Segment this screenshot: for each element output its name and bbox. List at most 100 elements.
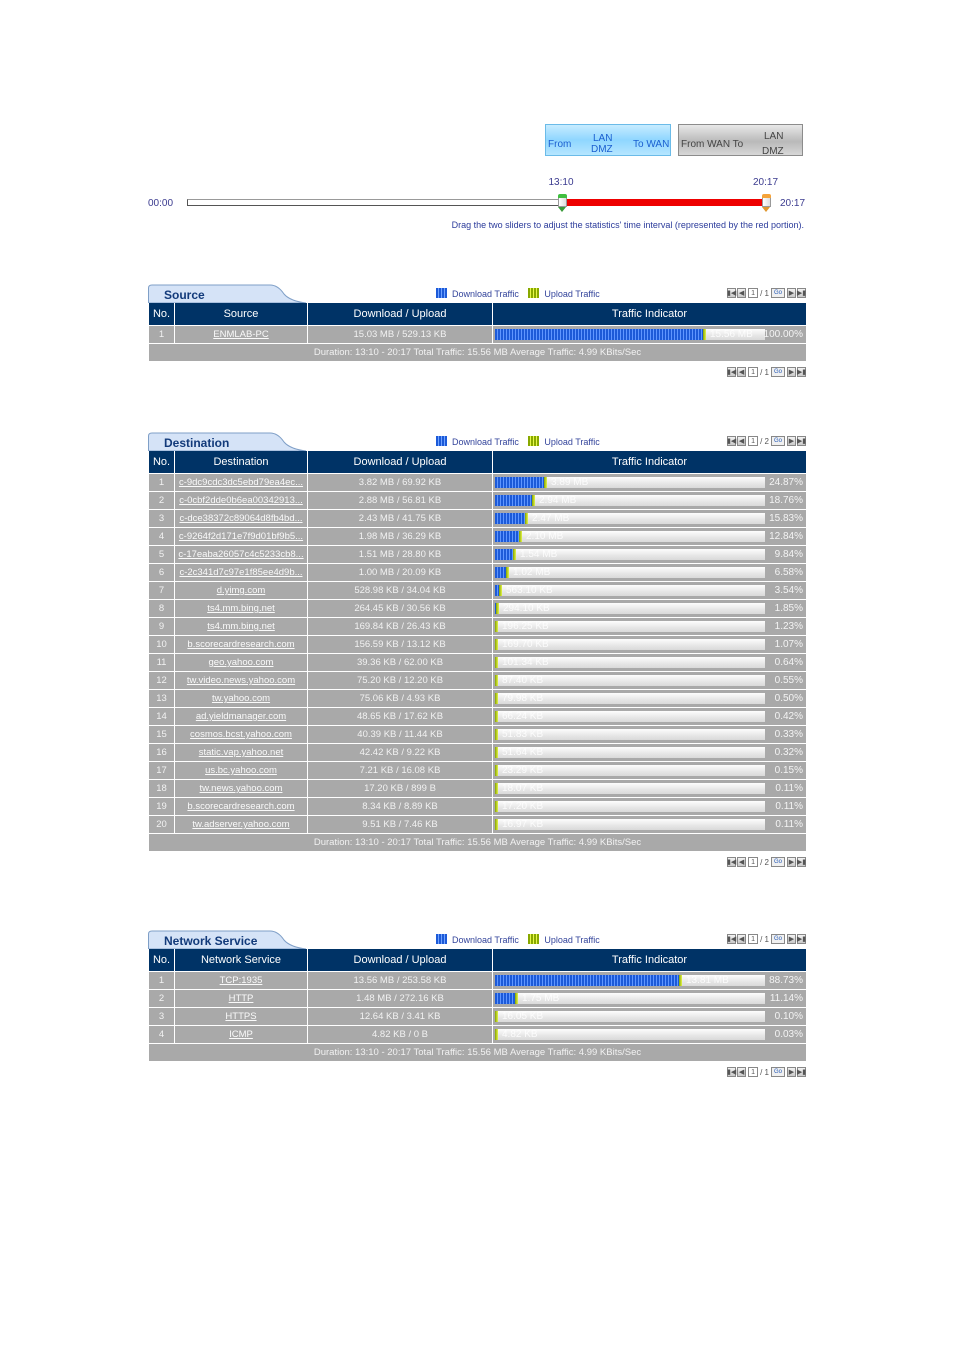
row-no: 1 xyxy=(148,473,175,492)
traffic-legend: Download Traffic Upload Traffic xyxy=(436,436,607,447)
prev-page-icon[interactable]: ◀ xyxy=(737,1067,747,1077)
row-name-link[interactable]: c-17eaba26057c4c5233cb8... xyxy=(178,549,303,560)
summary-text: Duration: 13:10 - 20:17 Total Traffic: 1… xyxy=(148,343,807,362)
traffic-indicator: 16.05 KB 0.10% xyxy=(492,1007,807,1026)
row-name-link[interactable]: geo.yahoo.com xyxy=(209,657,274,668)
col-download-upload[interactable]: Download / Upload xyxy=(307,451,493,474)
page-input[interactable]: 1 xyxy=(748,288,759,298)
next-page-icon[interactable]: ▶ xyxy=(787,367,796,377)
total-pages: 1 xyxy=(764,288,769,298)
go-button[interactable]: Go xyxy=(771,934,785,944)
traffic-percent: 1.85% xyxy=(774,603,803,614)
first-page-icon[interactable]: ▮◀ xyxy=(727,288,736,298)
table-row: 9 ts4.mm.bing.net 169.84 KB / 26.43 KB 1… xyxy=(148,617,807,636)
next-page-icon[interactable]: ▶ xyxy=(787,436,796,446)
prev-page-icon[interactable]: ◀ xyxy=(737,288,747,298)
last-page-icon[interactable]: ▶▮ xyxy=(797,934,806,944)
page-input[interactable]: 1 xyxy=(748,934,759,944)
col-no[interactable]: No. xyxy=(148,451,175,474)
traffic-indicator: 1.02 MB 6.58% xyxy=(492,563,807,582)
traffic-percent: 24.87% xyxy=(769,477,803,488)
next-page-icon[interactable]: ▶ xyxy=(787,857,796,867)
row-name-link[interactable]: ts4.mm.bing.net xyxy=(207,603,275,614)
download-bar xyxy=(495,993,515,1004)
slider-end-label: 20:17 xyxy=(780,198,806,209)
left-slider-handle[interactable] xyxy=(558,194,568,212)
col-traffic-indicator[interactable]: Traffic Indicator xyxy=(492,451,807,474)
traffic-indicator: 2.10 MB 12.84% xyxy=(492,527,807,546)
row-name-link[interactable]: c-9dc9cdc3dc5ebd79ea4ec... xyxy=(179,477,303,488)
row-name-link[interactable]: c-9264f2d171e7f9d01bf9b5... xyxy=(179,531,303,542)
right-slider-handle[interactable] xyxy=(762,194,771,212)
row-name-link[interactable]: HTTPS xyxy=(225,1011,256,1022)
next-page-icon[interactable]: ▶ xyxy=(787,288,796,298)
col-no[interactable]: No. xyxy=(148,949,175,972)
next-page-icon[interactable]: ▶ xyxy=(787,1067,796,1077)
row-name-link[interactable]: ts4.mm.bing.net xyxy=(207,621,275,632)
last-page-icon[interactable]: ▶▮ xyxy=(797,436,806,446)
go-button[interactable]: Go xyxy=(771,1067,785,1077)
first-page-icon[interactable]: ▮◀ xyxy=(727,367,736,377)
first-page-icon[interactable]: ▮◀ xyxy=(727,857,736,867)
row-name-link[interactable]: TCP:1935 xyxy=(220,975,263,986)
prev-page-icon[interactable]: ◀ xyxy=(737,857,747,867)
page-input[interactable]: 1 xyxy=(748,367,759,377)
last-page-icon[interactable]: ▶▮ xyxy=(797,1067,806,1077)
upload-bar xyxy=(499,585,502,596)
traffic-bar: 3.89 MB xyxy=(495,477,765,488)
row-name-link[interactable]: us.bc.yahoo.com xyxy=(205,765,277,776)
traffic-percent: 9.84% xyxy=(774,549,803,560)
row-name-link[interactable]: tw.adserver.yahoo.com xyxy=(192,819,289,830)
row-name-link[interactable]: ad.yieldmanager.com xyxy=(196,711,286,722)
last-page-icon[interactable]: ▶▮ xyxy=(797,857,806,867)
row-name-link[interactable]: tw.yahoo.com xyxy=(212,693,270,704)
row-name-link[interactable]: d.yimg.com xyxy=(217,585,266,596)
row-name-link[interactable]: static.vap.yahoo.net xyxy=(199,747,284,758)
prev-page-icon[interactable]: ◀ xyxy=(737,367,747,377)
go-button[interactable]: Go xyxy=(771,367,785,377)
row-name-link[interactable]: HTTP xyxy=(229,993,254,1004)
last-page-icon[interactable]: ▶▮ xyxy=(797,288,806,298)
direction-wan-to-lan-dmz-button[interactable]: From WAN To LAN DMZ xyxy=(678,124,803,157)
table-row: 18 tw.news.yahoo.com 17.20 KB / 899 B 18… xyxy=(148,779,807,798)
page-input[interactable]: 1 xyxy=(748,857,759,867)
row-name-link[interactable]: b.scorecardresearch.com xyxy=(187,801,294,812)
row-download-upload: 528.98 KB / 34.04 KB xyxy=(307,581,493,600)
row-no: 4 xyxy=(148,527,175,546)
row-name-link[interactable]: tw.news.yahoo.com xyxy=(200,783,283,794)
col-name[interactable]: Source xyxy=(174,303,308,326)
col-name[interactable]: Network Service xyxy=(174,949,308,972)
prev-page-icon[interactable]: ◀ xyxy=(737,436,747,446)
download-bar xyxy=(495,329,703,340)
first-page-icon[interactable]: ▮◀ xyxy=(727,1067,736,1077)
row-name-link[interactable]: c-dce38372c89064d8fb4bd... xyxy=(179,513,302,524)
bar-total-label: 169.70 KB xyxy=(502,639,549,650)
go-button[interactable]: Go xyxy=(771,436,785,446)
go-button[interactable]: Go xyxy=(771,288,785,298)
page-input[interactable]: 1 xyxy=(748,436,759,446)
upload-bar xyxy=(679,975,682,986)
traffic-bar: 16.05 KB xyxy=(495,1011,765,1022)
col-name[interactable]: Destination xyxy=(174,451,308,474)
go-button[interactable]: Go xyxy=(771,857,785,867)
page-input[interactable]: 1 xyxy=(748,1067,759,1077)
col-no[interactable]: No. xyxy=(148,303,175,326)
col-traffic-indicator[interactable]: Traffic Indicator xyxy=(492,949,807,972)
row-name-link[interactable]: ENMLAB-PC xyxy=(213,329,268,340)
col-traffic-indicator[interactable]: Traffic Indicator xyxy=(492,303,807,326)
row-name-link[interactable]: cosmos.bcst.yahoo.com xyxy=(190,729,292,740)
row-name-link[interactable]: ICMP xyxy=(229,1029,253,1040)
first-page-icon[interactable]: ▮◀ xyxy=(727,436,736,446)
row-no: 19 xyxy=(148,797,175,816)
next-page-icon[interactable]: ▶ xyxy=(787,934,796,944)
row-name-link[interactable]: c-2c341d7c97e1f85ee4d9b... xyxy=(179,567,302,578)
first-page-icon[interactable]: ▮◀ xyxy=(727,934,736,944)
col-download-upload[interactable]: Download / Upload xyxy=(307,303,493,326)
row-name-link[interactable]: c-0cbf2dde0b6ea00342913... xyxy=(179,495,303,506)
prev-page-icon[interactable]: ◀ xyxy=(737,934,747,944)
last-page-icon[interactable]: ▶▮ xyxy=(797,367,806,377)
row-name-link[interactable]: b.scorecardresearch.com xyxy=(187,639,294,650)
row-name-link[interactable]: tw.video.news.yahoo.com xyxy=(187,675,295,686)
direction-lan-dmz-to-wan-button[interactable]: From LAN DMZ To WAN xyxy=(545,124,671,156)
col-download-upload[interactable]: Download / Upload xyxy=(307,949,493,972)
